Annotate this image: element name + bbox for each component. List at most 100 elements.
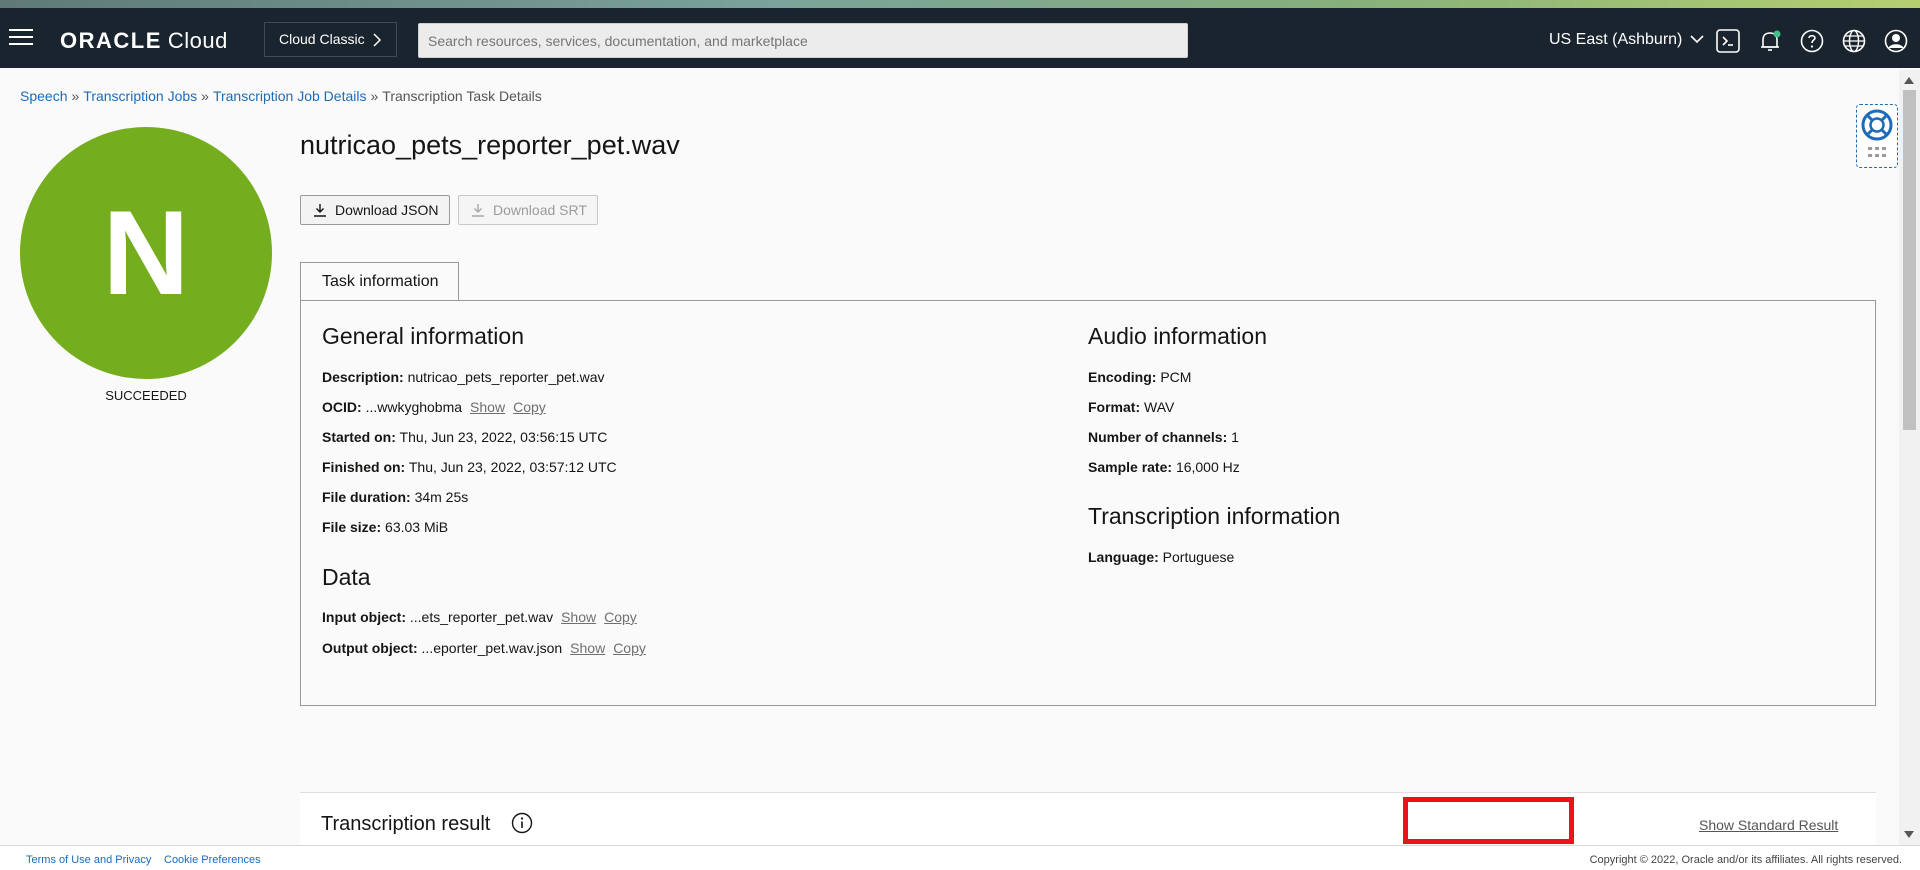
input-object-value: ...ets_reporter_pet.wav [409, 609, 554, 625]
breadcrumb-separator: » [370, 88, 379, 104]
help-icon[interactable] [1799, 28, 1825, 54]
format-value: WAV [1144, 399, 1175, 415]
help-widget[interactable] [1856, 104, 1898, 168]
duration-value: 34m 25s [414, 489, 469, 505]
oracle-cloud-logo[interactable]: ORACLE Cloud [60, 28, 228, 54]
terms-link[interactable]: Terms of Use and Privacy [26, 854, 151, 866]
audio-information-heading: Audio information [1088, 323, 1267, 349]
breadcrumb-speech[interactable]: Speech [20, 88, 67, 104]
channels-row: Number of channels: 1 [1088, 429, 1239, 445]
download-json-button[interactable]: Download JSON [300, 195, 450, 225]
task-avatar: N [20, 127, 272, 379]
format-row: Format: WAV [1088, 399, 1174, 415]
ocid-value: ...wwkyghobma [365, 399, 463, 415]
page-title: nutricao_pets_reporter_pet.wav [300, 130, 680, 160]
output-copy-link[interactable]: Copy [613, 640, 646, 656]
description-value: nutricao_pets_reporter_pet.wav [407, 369, 605, 385]
cloud-shell-icon[interactable] [1715, 28, 1741, 54]
tab-task-information[interactable]: Task information [300, 262, 459, 300]
ocid-copy-link[interactable]: Copy [513, 399, 546, 415]
download-json-label: Download JSON [335, 202, 439, 218]
tab-label: Task information [322, 273, 439, 290]
format-label: Format: [1088, 399, 1141, 415]
started-value: Thu, Jun 23, 2022, 03:56:15 UTC [399, 429, 608, 445]
output-object-label: Output object: [322, 640, 418, 656]
sample-rate-value: 16,000 Hz [1175, 459, 1240, 475]
breadcrumb-transcription-jobs[interactable]: Transcription Jobs [83, 88, 197, 104]
input-copy-link[interactable]: Copy [604, 609, 637, 625]
download-icon [314, 204, 326, 217]
download-srt-label: Download SRT [493, 202, 587, 218]
transcription-information-heading: Transcription information [1088, 503, 1341, 529]
scroll-up-arrow[interactable] [1904, 77, 1914, 84]
cookie-preferences-link[interactable]: Cookie Preferences [164, 854, 261, 866]
language-row: Language: Portuguese [1088, 549, 1234, 565]
search-input[interactable] [418, 23, 1188, 58]
cloud-classic-button[interactable]: Cloud Classic [264, 22, 398, 57]
finished-value: Thu, Jun 23, 2022, 03:57:12 UTC [408, 459, 617, 475]
transcription-result-title: Transcription result [321, 813, 491, 835]
language-label: Language: [1088, 549, 1159, 565]
download-icon [472, 204, 484, 217]
menu-icon[interactable] [9, 29, 33, 47]
input-show-link[interactable]: Show [561, 609, 596, 625]
brand-oracle-text: ORACLE [60, 28, 162, 53]
breadcrumb: Speech» Transcription Jobs» Transcription … [20, 88, 542, 104]
status-label: SUCCEEDED [105, 388, 187, 403]
copyright-text: Copyright © 2022, Oracle and/or its affi… [1589, 854, 1902, 866]
channels-label: Number of channels: [1088, 429, 1228, 445]
channels-value: 1 [1231, 429, 1239, 445]
info-icon[interactable] [511, 812, 533, 834]
encoding-value: PCM [1160, 369, 1192, 385]
started-row: Started on: Thu, Jun 23, 2022, 03:56:15 … [322, 429, 607, 445]
size-row: File size: 63.03 MiB [322, 519, 448, 535]
chevron-right-icon [373, 33, 382, 47]
chevron-down-icon [1690, 35, 1704, 44]
brand-accent-strip [0, 0, 1920, 8]
description-label: Description: [322, 369, 404, 385]
size-value: 63.03 MiB [385, 519, 449, 535]
language-icon[interactable] [1841, 28, 1867, 54]
size-label: File size: [322, 519, 382, 535]
page-scrollbar[interactable] [1899, 70, 1920, 845]
footer: Terms of Use and Privacy Cookie Preferen… [0, 845, 1920, 870]
finished-row: Finished on: Thu, Jun 23, 2022, 03:57:12… [322, 459, 617, 475]
encoding-label: Encoding: [1088, 369, 1157, 385]
finished-label: Finished on: [322, 459, 406, 475]
scroll-thumb[interactable] [1903, 90, 1916, 430]
ocid-row: OCID: ...wwkyghobma Show Copy [322, 399, 546, 415]
region-selector[interactable]: US East (Ashburn) [1549, 31, 1704, 49]
duration-row: File duration: 34m 25s [322, 489, 468, 505]
general-information-heading: General information [322, 323, 524, 349]
cloud-classic-label: Cloud Classic [279, 31, 365, 47]
brand-cloud-text: Cloud [167, 28, 228, 53]
breadcrumb-separator: » [71, 88, 80, 104]
description-row: Description: nutricao_pets_reporter_pet.… [322, 369, 604, 385]
ocid-label: OCID: [322, 399, 362, 415]
region-label: US East (Ashburn) [1549, 31, 1683, 48]
encoding-row: Encoding: PCM [1088, 369, 1191, 385]
ocid-show-link[interactable]: Show [470, 399, 505, 415]
breadcrumb-separator: » [201, 88, 209, 104]
lifebuoy-icon [1861, 109, 1893, 157]
output-object-value: ...eporter_pet.wav.json [421, 640, 563, 656]
profile-icon[interactable] [1883, 28, 1909, 54]
show-standard-result-link[interactable]: Show Standard Result [1699, 817, 1838, 833]
input-object-label: Input object: [322, 609, 406, 625]
started-label: Started on: [322, 429, 396, 445]
breadcrumb-transcription-job-details[interactable]: Transcription Job Details [213, 88, 367, 104]
data-heading: Data [322, 564, 371, 590]
breadcrumb-current: Transcription Task Details [382, 88, 542, 104]
scroll-down-arrow[interactable] [1904, 831, 1914, 838]
notifications-icon[interactable] [1757, 28, 1783, 54]
output-object-row: Output object: ...eporter_pet.wav.json Sh… [322, 640, 646, 656]
sample-rate-label: Sample rate: [1088, 459, 1173, 475]
language-value: Portuguese [1162, 549, 1235, 565]
duration-label: File duration: [322, 489, 411, 505]
sample-rate-row: Sample rate: 16,000 Hz [1088, 459, 1240, 475]
input-object-row: Input object: ...ets_reporter_pet.wav Sho… [322, 609, 637, 625]
output-show-link[interactable]: Show [570, 640, 605, 656]
download-srt-button[interactable]: Download SRT [458, 195, 598, 225]
top-navigation-bar: ORACLECloud Cloud Classic US East (Ashbu… [0, 8, 1920, 68]
task-information-panel: General information Description: nutrica… [300, 300, 1876, 706]
